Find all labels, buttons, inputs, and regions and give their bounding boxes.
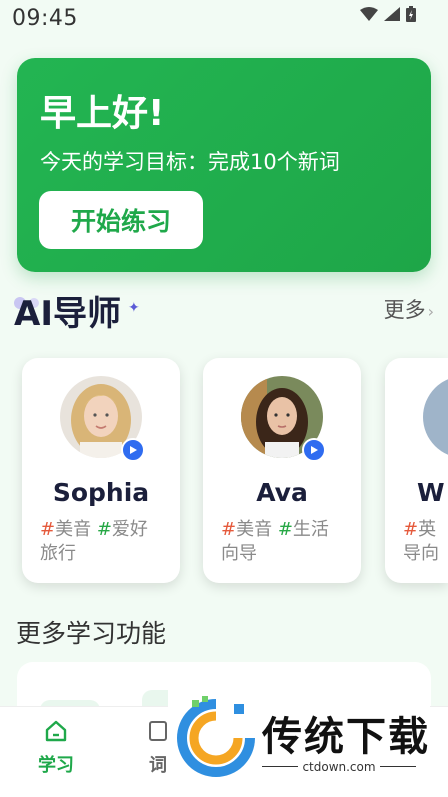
tag: 美音 [236, 519, 273, 540]
play-audio-icon[interactable] [121, 438, 145, 462]
divider [380, 766, 416, 767]
tag: 导向 [403, 543, 439, 564]
daily-goal-card: 早上好! 今天的学习目标：完成10个新词 开始练习 [17, 58, 431, 272]
tutor-card-partial[interactable]: W #英 导向 [385, 358, 448, 583]
tutor-card-ava[interactable]: Ava #美音 #生活 向导 [203, 358, 361, 583]
book-icon [149, 721, 167, 741]
more-tutors-link[interactable]: 更多 › [384, 294, 434, 324]
hash-icon: # [277, 519, 293, 540]
status-bar: 09:45 [0, 0, 448, 40]
tag: 美音 [55, 519, 92, 540]
hash-icon: # [40, 519, 56, 540]
tutor-tags: #美音 #生活 向导 [221, 518, 351, 566]
status-icons [360, 6, 416, 22]
tutors-title: AI导师 [14, 294, 121, 334]
tutors-section-header: AI导师 ✦ 更多 › [14, 286, 434, 334]
tutor-card-sophia[interactable]: Sophia #美音 #爱好 旅行 [22, 358, 180, 583]
avatar [423, 376, 448, 458]
features-section-title: 更多学习功能 [16, 619, 167, 648]
hash-icon: # [221, 519, 237, 540]
battery-icon [406, 6, 416, 22]
greeting-title: 早上好! [40, 93, 165, 134]
status-time: 09:45 [12, 6, 78, 31]
tutor-tags: #美音 #爱好 旅行 [40, 518, 170, 566]
hash-icon: # [403, 519, 419, 540]
hash-icon: # [96, 519, 112, 540]
watermark-url: ctdown.com [302, 760, 376, 774]
tag: 向导 [221, 543, 257, 564]
goal-text: 今天的学习目标：完成10个新词 [40, 150, 340, 174]
tab-study[interactable]: 学习 [26, 719, 86, 777]
tutor-tags: #英 导向 [403, 518, 448, 566]
watermark: 传统下载 ctdown.com [168, 686, 430, 794]
tag: 爱好 [111, 519, 148, 540]
tutor-name: W [417, 478, 445, 507]
tutor-name: Sophia [52, 478, 150, 507]
home-icon [45, 720, 67, 742]
tag: 英 [418, 519, 437, 540]
more-label: 更多 [383, 298, 426, 322]
tutor-name: Ava [256, 478, 308, 507]
brand-logo-icon [177, 696, 255, 777]
watermark-brand: 传统下载 [262, 714, 430, 760]
chevron-right-icon: › [427, 302, 434, 321]
tab-label: 学习 [38, 755, 74, 776]
tag: 生活 [292, 519, 329, 540]
start-practice-button[interactable]: 开始练习 [39, 191, 203, 249]
tag: 旅行 [40, 543, 76, 564]
wifi-icon [360, 7, 378, 21]
play-audio-icon[interactable] [302, 438, 326, 462]
signal-icon [384, 7, 400, 21]
sparkle-icon: ✦ [128, 300, 140, 316]
